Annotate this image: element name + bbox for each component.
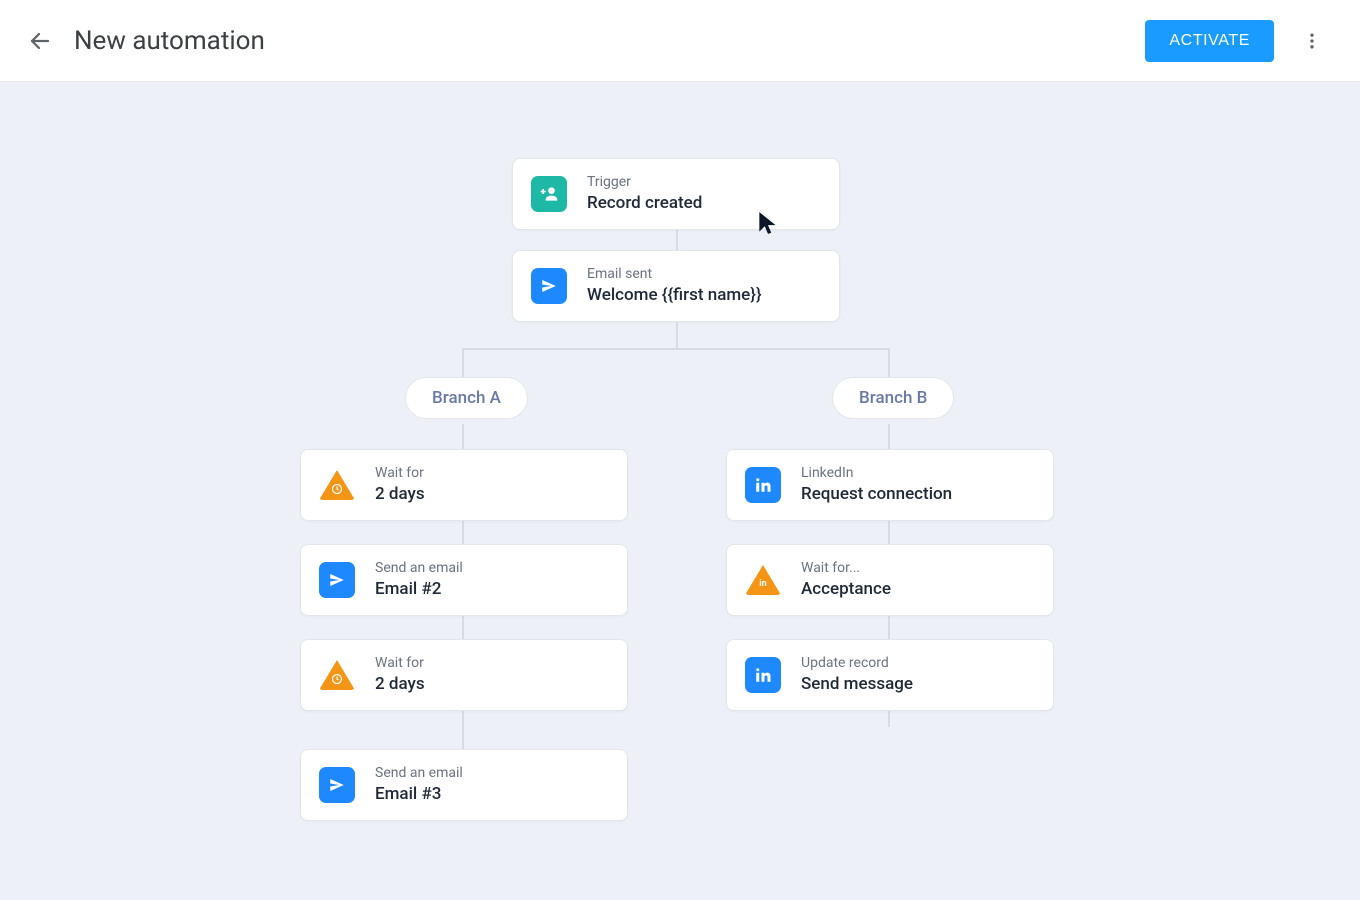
email-node-a4[interactable]: Send an email Email #3 xyxy=(300,749,628,821)
trigger-node[interactable]: Trigger Record created xyxy=(512,158,840,230)
automation-canvas[interactable]: Trigger Record created Email sent Welcom… xyxy=(0,82,1360,900)
wait-b2-title: Acceptance xyxy=(801,578,891,601)
branch-a-pill[interactable]: Branch A xyxy=(405,377,528,419)
update-b3-sub: Update record xyxy=(801,654,913,673)
connector xyxy=(462,709,464,749)
linkedin-b1-title: Request connection xyxy=(801,483,952,506)
update-b3-title: Send message xyxy=(801,673,913,696)
connector xyxy=(888,709,890,727)
wait-node-a1[interactable]: Wait for 2 days xyxy=(300,449,628,521)
wait-b2-sub: Wait for... xyxy=(801,559,891,578)
connector xyxy=(462,348,890,350)
connector xyxy=(888,424,890,449)
connector xyxy=(676,228,678,250)
arrow-left-icon xyxy=(28,29,52,53)
connector xyxy=(888,519,890,544)
email-sent-title: Welcome {{first name}} xyxy=(587,284,762,307)
branch-b-pill[interactable]: Branch B xyxy=(832,377,954,419)
connector xyxy=(462,348,464,378)
update-node-b3[interactable]: Update record Send message xyxy=(726,639,1054,711)
trigger-title: Record created xyxy=(587,192,702,215)
connector xyxy=(462,519,464,544)
wait-node-a3[interactable]: Wait for 2 days xyxy=(300,639,628,711)
page-title: New automation xyxy=(74,26,1145,56)
send-icon xyxy=(531,268,567,304)
wait-a1-sub: Wait for xyxy=(375,464,425,483)
trigger-sub: Trigger xyxy=(587,173,702,192)
connector xyxy=(462,614,464,639)
email-a2-title: Email #2 xyxy=(375,578,463,601)
app-header: New automation ACTIVATE xyxy=(0,0,1360,82)
connector xyxy=(676,320,678,348)
linkedin-icon xyxy=(745,467,781,503)
linkedin-icon xyxy=(745,657,781,693)
linkedin-node-b1[interactable]: LinkedIn Request connection xyxy=(726,449,1054,521)
back-button[interactable] xyxy=(20,21,60,61)
more-vertical-icon xyxy=(1302,31,1322,51)
more-button[interactable] xyxy=(1292,21,1332,61)
send-icon xyxy=(319,562,355,598)
activate-button[interactable]: ACTIVATE xyxy=(1145,20,1274,62)
email-a2-sub: Send an email xyxy=(375,559,463,578)
email-a4-sub: Send an email xyxy=(375,764,463,783)
wait-node-b2[interactable]: in Wait for... Acceptance xyxy=(726,544,1054,616)
wait-icon xyxy=(319,467,355,503)
send-icon xyxy=(319,767,355,803)
wait-a3-title: 2 days xyxy=(375,673,425,696)
wait-icon xyxy=(319,657,355,693)
wait-linkedin-icon: in xyxy=(745,562,781,598)
connector xyxy=(462,424,464,449)
connector xyxy=(888,614,890,639)
email-sent-sub: Email sent xyxy=(587,265,762,284)
wait-a3-sub: Wait for xyxy=(375,654,425,673)
email-a4-title: Email #3 xyxy=(375,783,463,806)
linkedin-b1-sub: LinkedIn xyxy=(801,464,952,483)
connector xyxy=(888,348,890,378)
person-add-icon xyxy=(531,176,567,212)
email-sent-node[interactable]: Email sent Welcome {{first name}} xyxy=(512,250,840,322)
email-node-a2[interactable]: Send an email Email #2 xyxy=(300,544,628,616)
cursor-icon xyxy=(757,210,779,240)
wait-a1-title: 2 days xyxy=(375,483,425,506)
